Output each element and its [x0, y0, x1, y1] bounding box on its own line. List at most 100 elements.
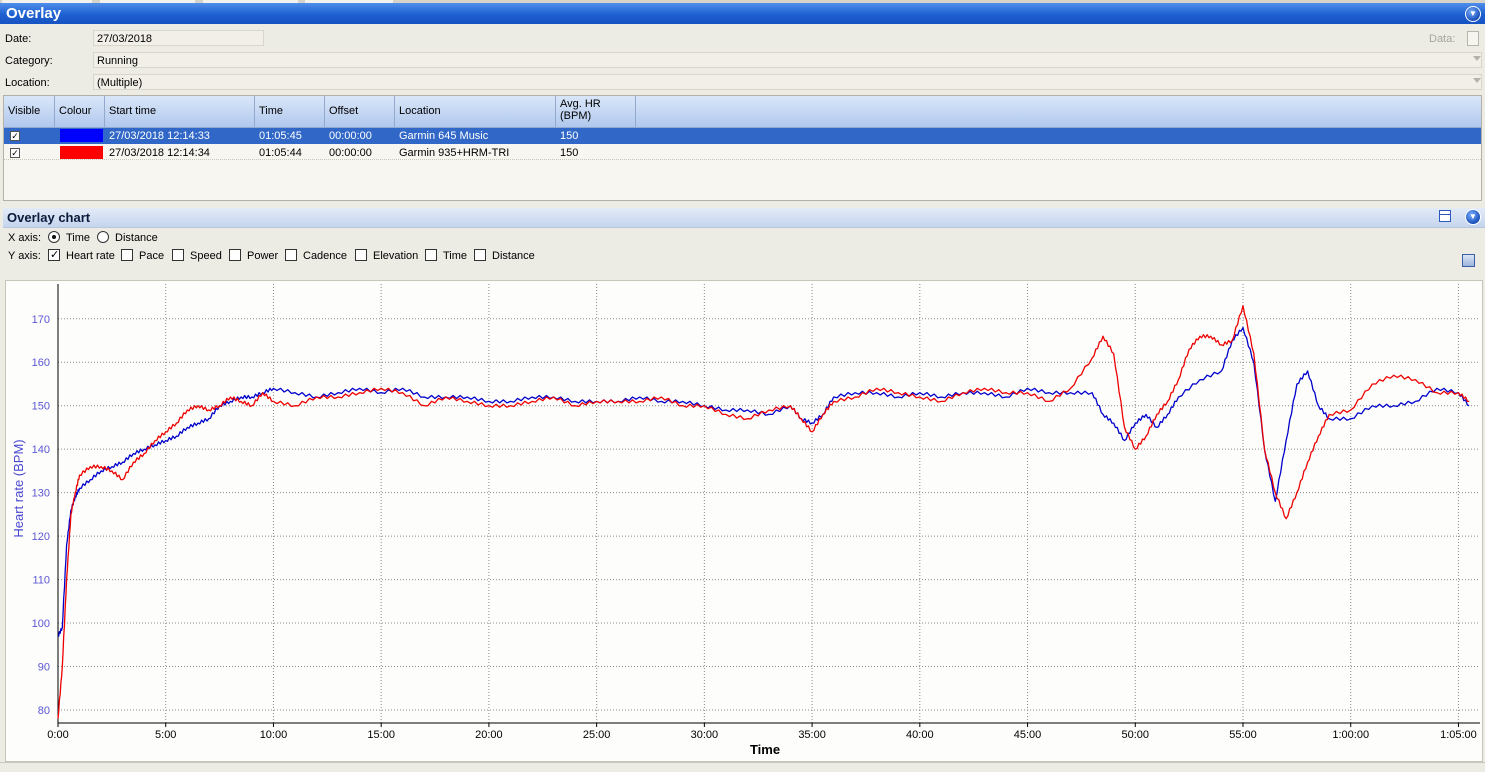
- category-field[interactable]: Running: [93, 52, 1482, 68]
- option-label: Cadence: [303, 250, 348, 262]
- x-axis-options: X axis: Time Distance: [0, 229, 900, 247]
- date-field[interactable]: 27/03/2018: [93, 30, 264, 46]
- series-line: [57, 305, 1470, 719]
- x-tick-label: 0:00: [47, 729, 68, 741]
- collapse-icon[interactable]: ▼: [1465, 6, 1481, 22]
- activity-grid: Visible Colour Start time Time Offset Lo…: [3, 95, 1482, 201]
- overlay-title: Overlay: [6, 5, 62, 22]
- y-axis-label: Y axis:: [8, 250, 41, 262]
- y-tick-label: 80: [38, 705, 50, 717]
- chart-panel: 80 90 100 110 120 130 140 150 160 170 0:00 5:00 10:0…: [5, 280, 1483, 762]
- checkbox[interactable]: [355, 249, 367, 261]
- x-tick-label: 35:00: [798, 729, 826, 741]
- column-header-label: Start time: [109, 105, 157, 117]
- chevron-down-icon[interactable]: [1473, 56, 1481, 61]
- column-header-avg-hr[interactable]: Avg. HR (BPM): [556, 96, 636, 127]
- colour-swatch[interactable]: [60, 146, 103, 159]
- checkbox[interactable]: [121, 249, 133, 261]
- maximize-icon[interactable]: [1439, 210, 1451, 222]
- x-tick-label: 45:00: [1014, 729, 1042, 741]
- y-tick-label: 170: [32, 314, 50, 326]
- column-header-start-time[interactable]: Start time: [105, 96, 255, 127]
- x-tick-label: 25:00: [583, 729, 611, 741]
- x-tick-label: 30:00: [691, 729, 719, 741]
- radio-button[interactable]: [97, 231, 109, 243]
- collapse-icon[interactable]: ▼: [1465, 209, 1481, 225]
- option-label: Time: [66, 232, 91, 244]
- offset-cell[interactable]: 00:00:00: [329, 147, 372, 159]
- column-header-visible[interactable]: Visible: [4, 96, 55, 127]
- y-axis-title: Heart rate (BPM): [11, 439, 26, 537]
- start-time-cell: 27/03/2018 12:14:33: [109, 130, 210, 142]
- checkbox[interactable]: [172, 249, 184, 261]
- y-tick-label: 160: [32, 357, 50, 369]
- save-icon[interactable]: [1462, 254, 1475, 267]
- option-label: Distance: [492, 250, 535, 262]
- visible-checkbox[interactable]: ✓: [10, 131, 20, 141]
- series-line: [58, 326, 1470, 637]
- option-label: Speed: [190, 250, 222, 262]
- start-time-cell: 27/03/2018 12:14:34: [109, 147, 210, 159]
- location-cell: Garmin 645 Music: [399, 130, 489, 142]
- date-row: Date: 27/03/2018: [0, 29, 1485, 49]
- column-header-offset[interactable]: Offset: [325, 96, 395, 127]
- y-tick-label: 110: [32, 575, 50, 587]
- x-tick-label: 15:00: [367, 729, 395, 741]
- row-divider: [4, 159, 1481, 160]
- data-label: Data:: [1429, 33, 1456, 45]
- option-label: Power: [247, 250, 279, 262]
- checkbox[interactable]: [229, 249, 241, 261]
- overlay-chart-title: Overlay chart: [7, 210, 91, 225]
- grid-header: Visible Colour Start time Time Offset Lo…: [4, 96, 1481, 128]
- x-tick-label: 20:00: [475, 729, 503, 741]
- column-header-location[interactable]: Location: [395, 96, 556, 127]
- x-tick-label: 1:05:00: [1440, 729, 1477, 741]
- option-label: Elevation: [373, 250, 419, 262]
- x-tick-label: 5:00: [155, 729, 176, 741]
- location-label: Location:: [5, 77, 50, 89]
- location-field[interactable]: (Multiple): [93, 74, 1482, 90]
- column-header-label: Offset: [329, 105, 359, 117]
- overlay-header: Overlay ▼: [0, 3, 1485, 24]
- x-axis-label: X axis:: [8, 232, 42, 244]
- date-label: Date:: [5, 33, 32, 45]
- option-label: Time: [443, 250, 468, 262]
- y-tick-label: 90: [38, 661, 50, 673]
- y-axis-options: Y axis: ✓ Heart rate Pace Speed Power Ca…: [0, 247, 900, 265]
- column-header-colour[interactable]: Colour: [55, 96, 105, 127]
- colour-swatch[interactable]: [60, 129, 103, 142]
- table-row[interactable]: ✓ 27/03/2018 12:14:33 01:05:45 00:00:00 …: [4, 128, 1481, 144]
- checkbox[interactable]: [425, 249, 437, 261]
- offset-cell[interactable]: 00:00:00: [329, 130, 372, 142]
- column-header-label: Avg. HR (BPM): [560, 98, 601, 122]
- time-cell: 01:05:45: [259, 130, 302, 142]
- data-icon[interactable]: [1467, 31, 1479, 46]
- heart-rate-chart[interactable]: 80 90 100 110 120 130 140 150 160 170 0:00 5:00 10:0…: [6, 281, 1482, 761]
- avg-hr-cell: 150: [560, 147, 579, 159]
- visible-checkbox[interactable]: ✓: [10, 148, 20, 158]
- x-tick-label: 55:00: [1229, 729, 1257, 741]
- y-tick-label: 120: [32, 531, 50, 543]
- location-cell: Garmin 935+HRM-TRI: [399, 147, 510, 159]
- category-label: Category:: [5, 55, 53, 67]
- option-label: Pace: [139, 250, 165, 262]
- checkbox[interactable]: [474, 249, 486, 261]
- x-tick-label: 1:00:00: [1332, 729, 1369, 741]
- time-cell: 01:05:44: [259, 147, 302, 159]
- overlay-chart-header: Overlay chart: [3, 208, 1485, 228]
- radio-button[interactable]: [48, 231, 60, 243]
- column-header-label: Location: [399, 105, 441, 117]
- x-tick-label: 10:00: [260, 729, 288, 741]
- checkbox[interactable]: ✓: [48, 249, 60, 261]
- column-header-time[interactable]: Time: [255, 96, 325, 127]
- checkmark-icon: ✓: [50, 249, 60, 261]
- x-tick-label: 40:00: [906, 729, 934, 741]
- checkbox[interactable]: [285, 249, 297, 261]
- category-row: Category: Running: [0, 51, 1485, 71]
- x-tick-label: 50:00: [1122, 729, 1150, 741]
- column-header-label: Colour: [59, 105, 92, 117]
- location-row: Location: (Multiple): [0, 73, 1485, 93]
- y-tick-label: 150: [32, 401, 50, 413]
- chevron-down-icon[interactable]: [1473, 78, 1481, 83]
- y-tick-label: 100: [32, 618, 50, 630]
